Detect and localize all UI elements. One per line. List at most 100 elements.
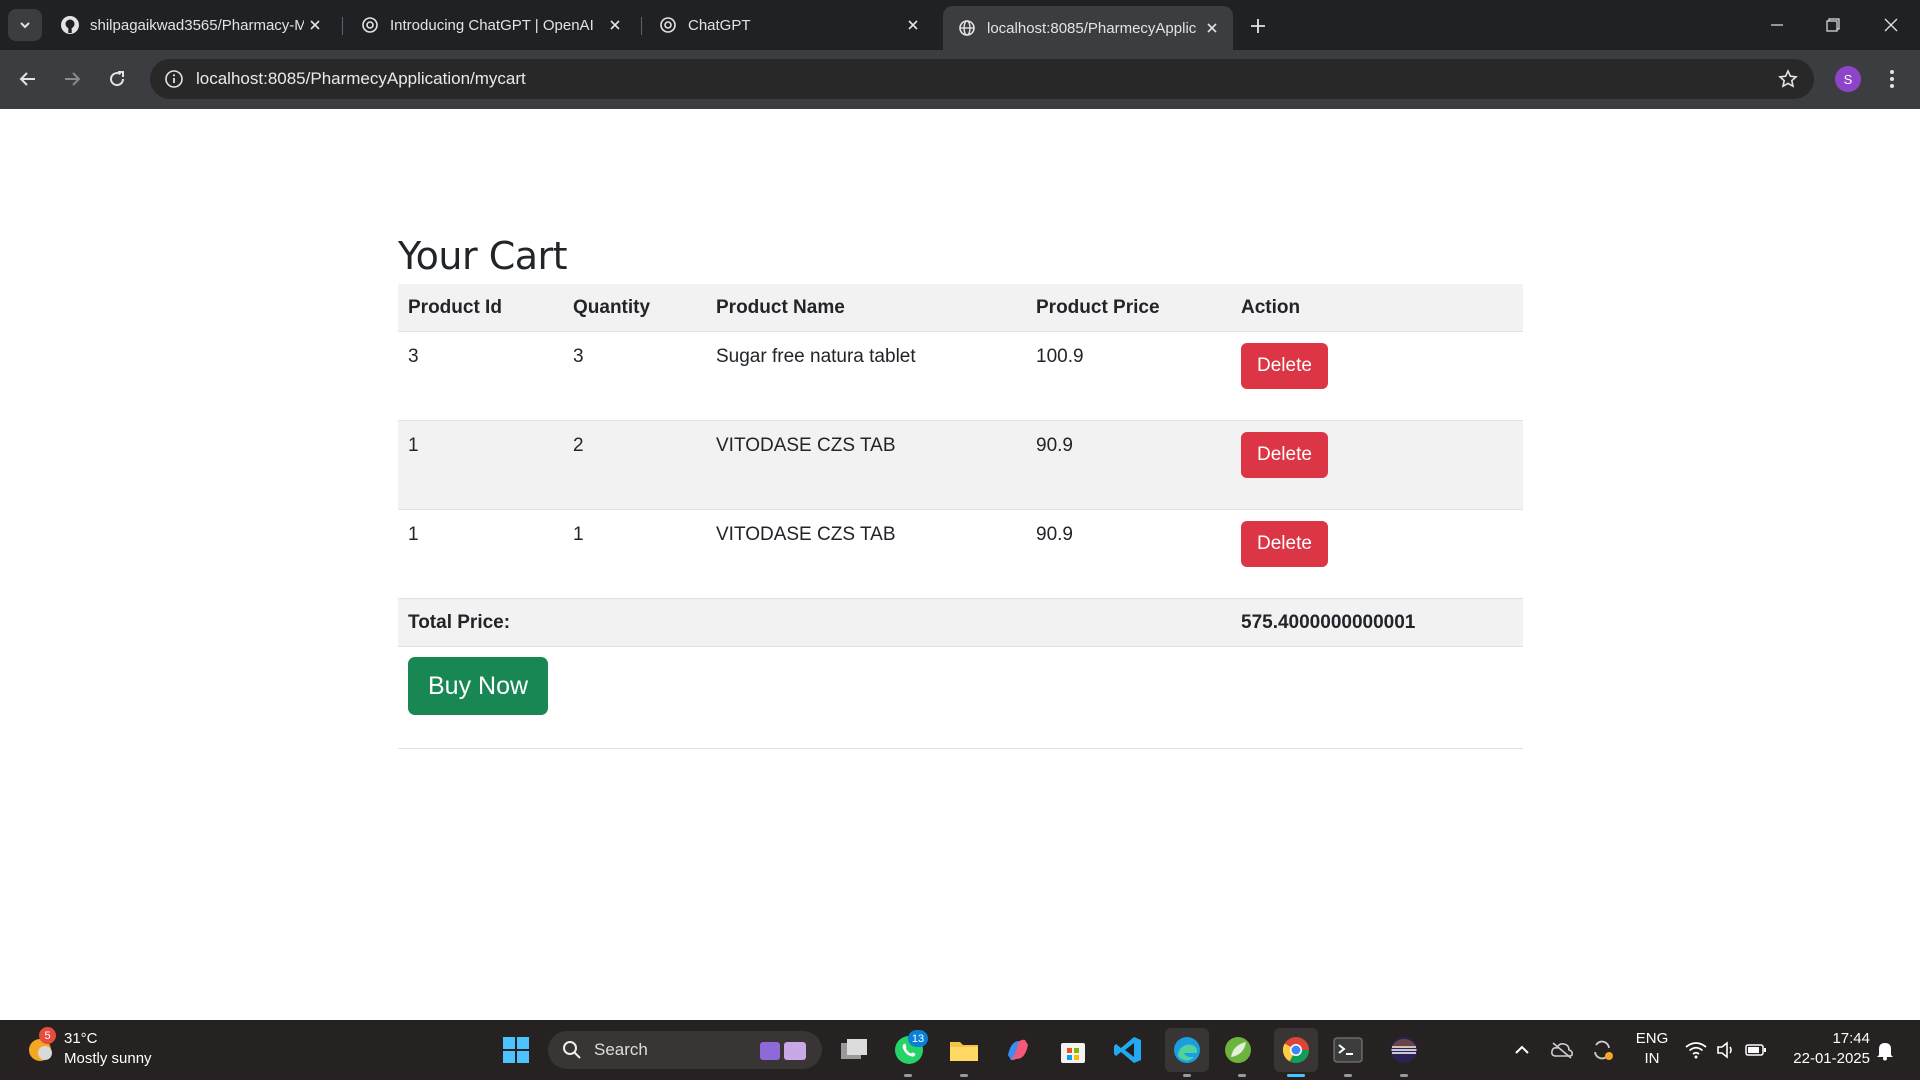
wifi-icon[interactable] xyxy=(1680,1032,1712,1068)
plus-icon xyxy=(1251,19,1265,33)
tab-separator xyxy=(342,17,343,35)
chrome-icon[interactable] xyxy=(1274,1028,1318,1072)
taskbar-search[interactable]: Search xyxy=(548,1031,822,1069)
address-bar[interactable]: localhost:8085/PharmecyApplication/mycar… xyxy=(150,59,1814,99)
restore-button[interactable] xyxy=(1808,8,1858,42)
running-indicator xyxy=(1400,1074,1408,1077)
globe-icon xyxy=(957,18,977,38)
reload-button[interactable] xyxy=(101,63,133,95)
weather-temperature[interactable]: 31°C xyxy=(64,1030,98,1047)
browser-toolbar: localhost:8085/PharmecyApplication/mycar… xyxy=(0,50,1920,109)
active-indicator xyxy=(1287,1074,1305,1077)
notification-bell-icon[interactable] xyxy=(1868,1032,1902,1068)
close-icon[interactable] xyxy=(604,14,626,36)
vscode-icon[interactable] xyxy=(1110,1032,1146,1068)
search-highlight-icon xyxy=(760,1042,806,1060)
close-icon[interactable] xyxy=(902,14,924,36)
total-row: Total Price: 575.4000000000001 xyxy=(398,598,1523,647)
tab-github[interactable]: shilpagaikwad3565/Pharmacy-M xyxy=(46,9,336,41)
spring-tool-icon[interactable] xyxy=(1220,1032,1256,1068)
tab-title: ChatGPT xyxy=(688,16,751,34)
tab-title: Introducing ChatGPT | OpenAI xyxy=(390,16,594,34)
cell-action: Delete xyxy=(1231,420,1523,510)
language-region[interactable]: IN xyxy=(1632,1050,1672,1067)
copilot-icon[interactable] xyxy=(1000,1032,1036,1068)
openai-icon xyxy=(658,15,678,35)
reload-icon xyxy=(110,71,125,87)
back-button[interactable] xyxy=(12,63,44,95)
running-indicator xyxy=(1344,1074,1352,1077)
microsoft-store-icon[interactable] xyxy=(1055,1032,1091,1068)
arrow-left-icon xyxy=(19,72,35,86)
page-title: Your Cart xyxy=(398,234,568,278)
tab-title: localhost:8085/PharmecyApplic xyxy=(987,19,1197,37)
total-value: 575.4000000000001 xyxy=(1231,598,1523,647)
cell-action: Delete xyxy=(1231,331,1523,421)
column-header-product-price: Product Price xyxy=(1026,284,1231,332)
buy-now-button[interactable]: Buy Now xyxy=(408,657,549,715)
volume-icon[interactable] xyxy=(1710,1032,1742,1068)
cell-product-name: VITODASE CZS TAB xyxy=(706,509,1026,599)
tab-chatgpt[interactable]: ChatGPT xyxy=(644,9,934,41)
new-tab-button[interactable] xyxy=(1244,12,1272,40)
table-row: 3 3 Sugar free natura tablet 100.9 Delet… xyxy=(398,331,1523,421)
delete-button[interactable]: Delete xyxy=(1241,343,1328,389)
github-icon xyxy=(60,15,80,35)
restore-icon xyxy=(1826,18,1840,32)
column-header-product-name: Product Name xyxy=(706,284,1026,332)
page-content: Your Cart Product Id Quantity Product Na… xyxy=(0,109,1920,1020)
tray-chevron-up-icon[interactable] xyxy=(1505,1032,1539,1068)
tab-localhost-cart[interactable]: localhost:8085/PharmecyApplic xyxy=(943,6,1233,50)
cell-quantity: 2 xyxy=(563,420,706,510)
site-info-icon[interactable] xyxy=(162,67,186,91)
cart-container: Your Cart Product Id Quantity Product Na… xyxy=(398,234,1523,749)
file-explorer-icon[interactable] xyxy=(946,1032,982,1068)
terminal-icon[interactable] xyxy=(1330,1032,1366,1068)
cloud-offline-icon[interactable] xyxy=(1545,1032,1579,1068)
close-window-button[interactable] xyxy=(1866,8,1916,42)
table-row: 1 1 VITODASE CZS TAB 90.9 Delete xyxy=(398,509,1523,599)
delete-button[interactable]: Delete xyxy=(1241,432,1328,478)
start-button[interactable] xyxy=(498,1032,534,1068)
openai-icon xyxy=(360,15,380,35)
running-indicator xyxy=(904,1074,912,1077)
cell-product-name: VITODASE CZS TAB xyxy=(706,420,1026,510)
close-icon[interactable] xyxy=(304,14,326,36)
minimize-button[interactable] xyxy=(1752,8,1802,42)
language-code[interactable]: ENG xyxy=(1632,1030,1672,1047)
running-indicator xyxy=(960,1074,968,1077)
running-indicator xyxy=(1238,1074,1246,1077)
tab-introducing-chatgpt[interactable]: Introducing ChatGPT | OpenAI xyxy=(346,9,636,41)
weather-description[interactable]: Mostly sunny xyxy=(64,1050,152,1067)
profile-avatar[interactable]: S xyxy=(1835,66,1861,92)
forward-button[interactable] xyxy=(56,63,88,95)
cell-product-id: 1 xyxy=(398,509,563,599)
arrow-right-icon xyxy=(65,72,81,86)
cell-product-price: 90.9 xyxy=(1026,420,1231,510)
cell-product-id: 1 xyxy=(398,420,563,510)
eclipse-icon[interactable] xyxy=(1386,1032,1422,1068)
cell-quantity: 1 xyxy=(563,509,706,599)
sync-icon[interactable] xyxy=(1585,1032,1619,1068)
url-text[interactable]: localhost:8085/PharmecyApplication/mycar… xyxy=(196,69,526,89)
tab-search-button[interactable] xyxy=(8,9,42,41)
running-indicator xyxy=(1183,1074,1191,1077)
bookmark-star-icon[interactable] xyxy=(1776,67,1800,91)
column-header-product-id: Product Id xyxy=(398,284,563,332)
cell-quantity: 3 xyxy=(563,331,706,421)
cell-action: Delete xyxy=(1231,509,1523,599)
clock-time[interactable]: 17:44 xyxy=(1780,1030,1870,1047)
search-label: Search xyxy=(594,1040,648,1059)
delete-button[interactable]: Delete xyxy=(1241,521,1328,567)
clock-date[interactable]: 22-01-2025 xyxy=(1770,1050,1870,1067)
cell-product-name: Sugar free natura tablet xyxy=(706,331,1026,421)
cell-product-id: 3 xyxy=(398,331,563,421)
table-header-row: Product Id Quantity Product Name Product… xyxy=(398,284,1523,332)
cell-product-price: 90.9 xyxy=(1026,509,1231,599)
close-icon[interactable] xyxy=(1201,17,1223,39)
more-menu-icon[interactable] xyxy=(1878,64,1906,94)
battery-icon[interactable] xyxy=(1740,1032,1772,1068)
edge-icon[interactable] xyxy=(1165,1028,1209,1072)
task-view-icon[interactable] xyxy=(836,1032,872,1068)
windows-icon xyxy=(503,1037,529,1063)
